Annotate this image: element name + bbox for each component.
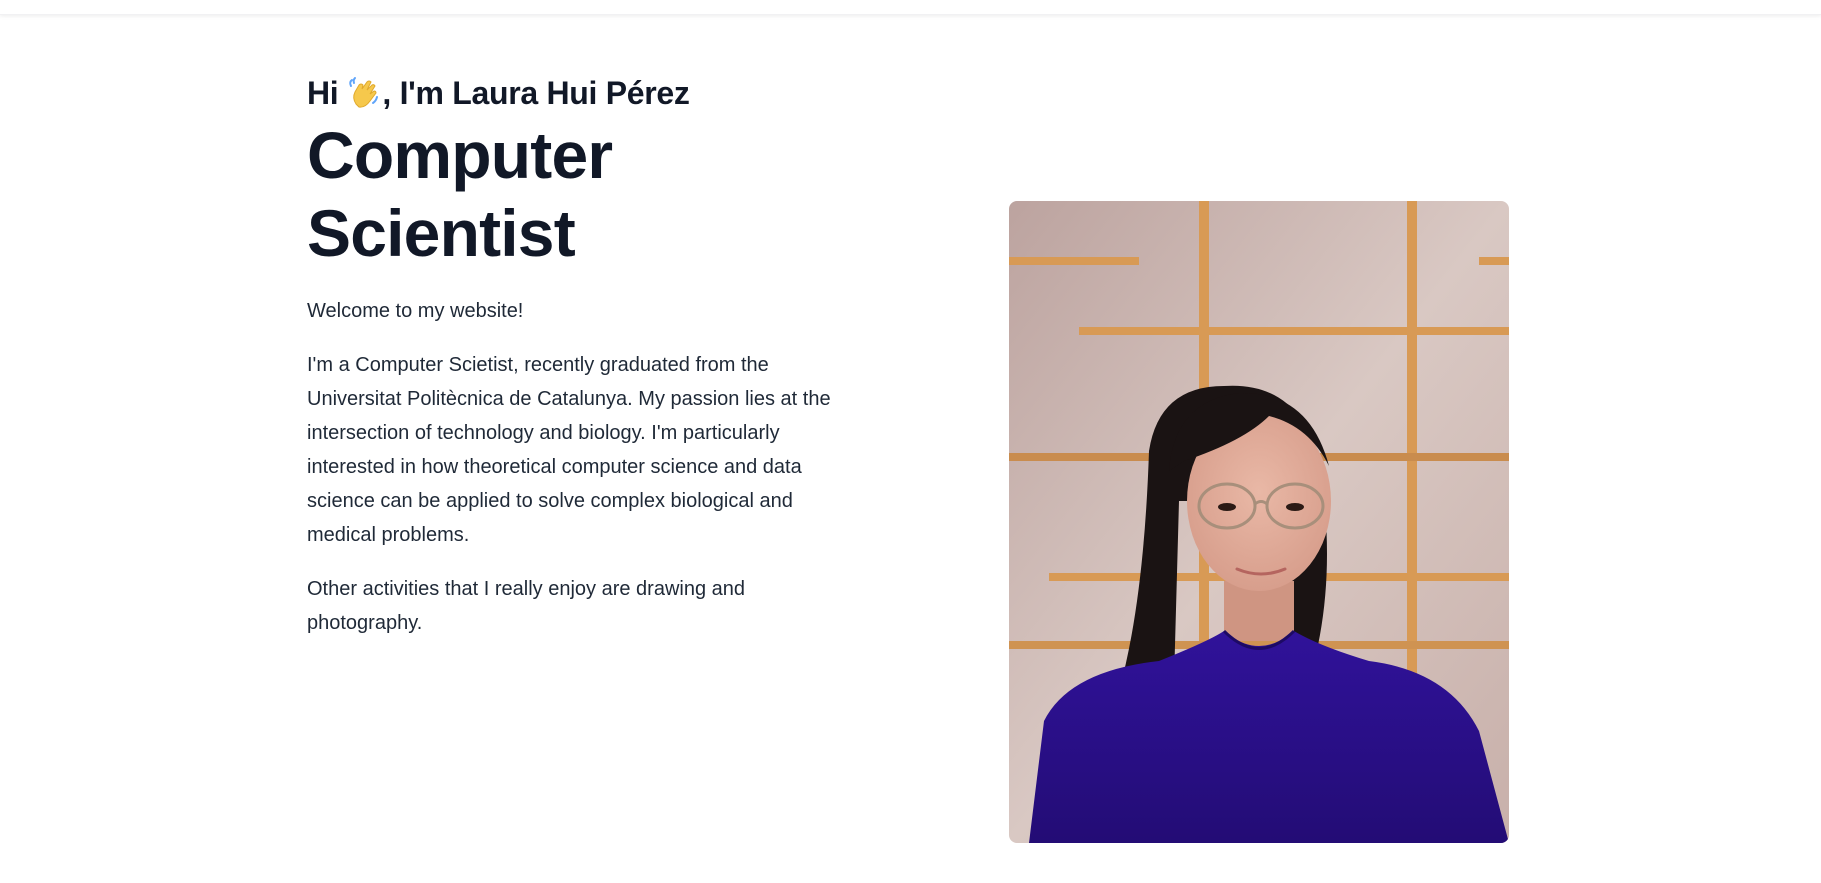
hobbies-text: Other activities that I really enjoy are… [307,578,745,634]
greeting-prefix: Hi [307,75,339,111]
page-title: Computer Scientist [307,118,613,270]
welcome-text: Welcome to my website! [307,300,524,322]
profile-photo [1009,201,1509,843]
intro-column: Hi , I'm Laura Hui Pérez Computer Scient… [307,72,867,660]
hero-section: Hi , I'm Laura Hui Pérez Computer Scient… [307,72,1509,852]
greeting-name: , I'm Laura Hui Pérez [382,75,690,111]
waving-hand-icon [349,77,379,108]
top-navigation-bar [0,0,1821,15]
bio-text: I'm a Computer Scietist, recently gradua… [307,354,831,546]
greeting-heading: Hi , I'm Laura Hui Pérez [307,72,867,114]
